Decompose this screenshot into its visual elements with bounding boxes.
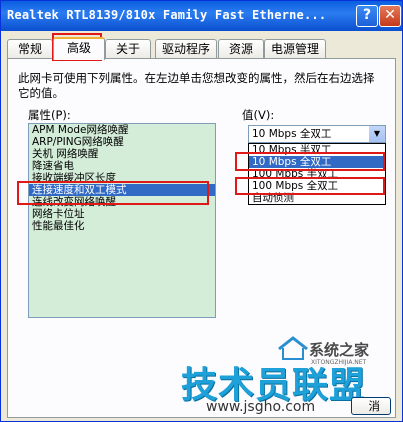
value-dropdown-list[interactable]: 10 Mbps 半双工 10 Mbps 全双工 100 Mbps 半双工 100 Mb… <box>248 143 386 205</box>
tab-driver[interactable]: 驱动程序 <box>155 39 217 58</box>
property-list-item[interactable]: APM Mode网络唤醒 <box>29 124 215 136</box>
description-text: 此网卡可使用下列属性。在左边单击您想改变的属性，然后在右边选择它的值。 <box>18 71 375 100</box>
title-bar[interactable]: Realtek RTL8139/810x Family Fast Etherne… <box>1 1 402 31</box>
value-option[interactable]: 100 Mbps 全双工 <box>249 180 385 192</box>
property-label: 属性(P): <box>28 108 71 122</box>
tab-power-management[interactable]: 电源管理 <box>264 39 326 58</box>
watermark-url: www.jsgho.com <box>206 399 316 415</box>
property-list-item[interactable]: 降速省电 <box>29 160 215 172</box>
chevron-down-icon[interactable]: ▼ <box>369 126 385 142</box>
value-combobox[interactable]: 10 Mbps 全双工 ▼ <box>248 125 386 143</box>
value-option[interactable]: 100 Mbps 半双工 <box>249 168 385 180</box>
help-button[interactable]: ? <box>356 5 378 27</box>
property-list-item[interactable]: 接收端缓冲区长度 <box>29 172 215 184</box>
cancel-button[interactable]: 消 <box>351 397 391 415</box>
tab-general[interactable]: 常规 <box>7 39 53 58</box>
value-current: 10 Mbps 全双工 <box>252 128 332 140</box>
tab-advanced[interactable]: 高级 <box>53 37 105 60</box>
tab-strip: 常规 高级 关于 驱动程序 资源 电源管理 <box>7 37 397 60</box>
properties-dialog: Realtek RTL8139/810x Family Fast Etherne… <box>0 0 403 422</box>
value-option[interactable]: 10 Mbps 全双工 <box>249 156 385 168</box>
property-list-item[interactable]: 关机 网络唤醒 <box>29 148 215 160</box>
window-title: Realtek RTL8139/810x Family Fast Etherne… <box>7 8 327 22</box>
value-option[interactable]: 10 Mbps 半双工 <box>249 144 385 156</box>
tab-resources[interactable]: 资源 <box>218 39 264 58</box>
value-option[interactable]: 自动侦测 <box>249 192 385 204</box>
property-list-item[interactable]: 连接速度和双工模式 <box>29 184 215 196</box>
tab-about[interactable]: 关于 <box>105 39 151 58</box>
property-list-item[interactable]: 性能最佳化 <box>29 220 215 232</box>
property-list-item[interactable]: 连线改变网络唤醒 <box>29 196 215 208</box>
property-list-item[interactable]: ARP/PING网络唤醒 <box>29 136 215 148</box>
property-listbox[interactable]: APM Mode网络唤醒 ARP/PING网络唤醒 关机 网络唤醒 降速省电 接收端缓冲… <box>28 123 216 318</box>
property-list-item[interactable]: 网络卡位址 <box>29 208 215 220</box>
close-button[interactable]: ✕ <box>379 5 401 27</box>
value-label: 值(V): <box>242 108 275 122</box>
